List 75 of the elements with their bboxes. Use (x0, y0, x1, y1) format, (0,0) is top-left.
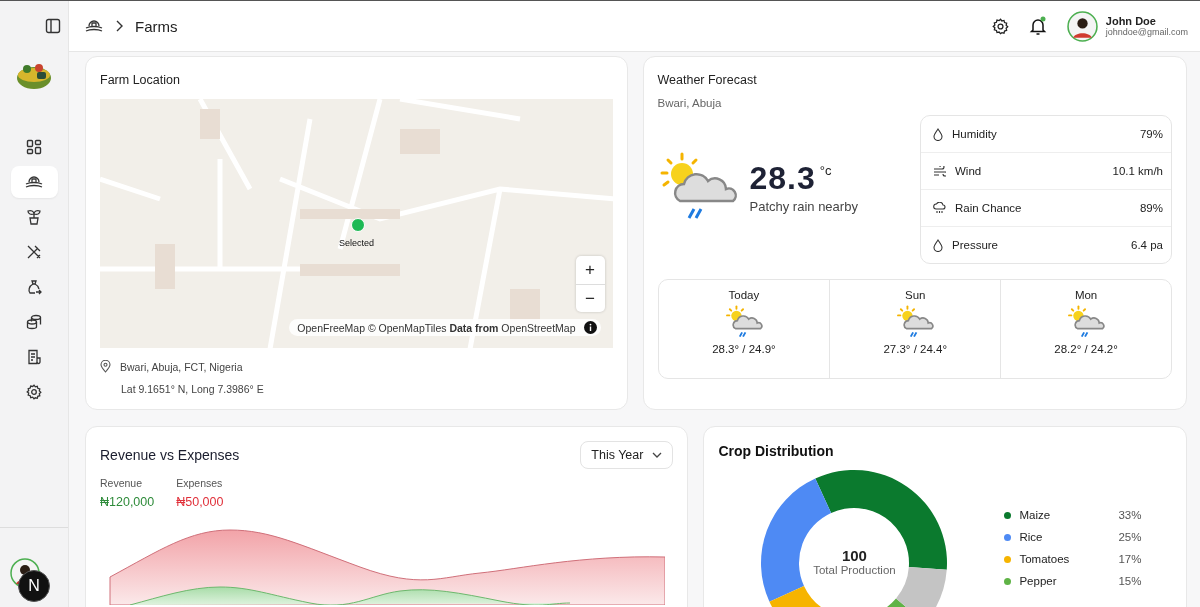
user-name: John Doe (1105, 15, 1157, 27)
legend-value: 17% (1118, 553, 1142, 565)
stat-label: Revenue (100, 477, 144, 489)
chevron-down-icon (652, 452, 663, 458)
legend-label: Tomatoes (1019, 553, 1070, 565)
legend-label: Pepper (1019, 575, 1057, 587)
farm-address: Bwari, Abuja, FCT, Nigeria (120, 360, 243, 373)
detail-label: Rain Chance (955, 202, 1022, 214)
forecast-day: Mon (1074, 289, 1098, 301)
coins-icon (26, 314, 42, 330)
droplet-icon (933, 238, 943, 252)
forecast-day: Sun (905, 289, 926, 301)
user-email: johndoe@gmail.com (1105, 27, 1188, 37)
card-title: Farm Location (100, 73, 181, 87)
sidebar-toggle-icon[interactable] (45, 18, 61, 34)
detail-label: Pressure (952, 239, 999, 251)
breadcrumb-current: Farms (135, 17, 178, 35)
settings-icon (26, 384, 42, 400)
dashboard-icon (26, 139, 42, 155)
farm-icon (85, 18, 103, 34)
dev-tools-badge[interactable]: N (18, 570, 50, 602)
notification-bell-icon[interactable] (1028, 16, 1047, 36)
map-placeholder[interactable]: Selected + − OpenFreeMap © OpenMapTiles Data from OpenStreetMap (100, 99, 613, 348)
map-attribution: OpenFreeMap © OpenMapTiles Data from OpenStreetMap (297, 321, 576, 334)
stat-value: ₦120,000 (100, 495, 155, 509)
info-icon[interactable] (583, 321, 597, 334)
forecast-temperature: 28.3° / 24.9° (712, 343, 776, 355)
stat-label: Expenses (176, 477, 224, 489)
forecast-day: Today (728, 289, 760, 301)
tools-icon (26, 244, 42, 260)
droplet-icon (933, 127, 943, 141)
chevron-right-icon (115, 20, 123, 32)
sun-cloud-rain-icon (1067, 305, 1106, 339)
period-dropdown[interactable]: This Year (580, 441, 674, 469)
sun-cloud-rain-icon (896, 305, 935, 339)
detail-label: Humidity (952, 128, 997, 140)
legend-label: Rice (1019, 531, 1043, 543)
detail-value: 6.4 pa (1131, 239, 1163, 251)
temperature: 28.3 (749, 159, 816, 197)
stat-value: ₦50,000 (176, 495, 224, 509)
logo-icon (15, 61, 53, 91)
sun-cloud-rain-icon (724, 305, 763, 339)
nav-item[interactable] (10, 166, 58, 198)
card-title: Weather Forecast (657, 73, 758, 87)
card-title: Crop Distribution (718, 443, 835, 459)
temperature-unit: °c (819, 162, 832, 178)
detail-value: 79% (1139, 128, 1163, 140)
report-icon (26, 349, 42, 365)
legend-label: Maize (1019, 509, 1051, 521)
money-bag-icon (26, 279, 42, 295)
weather-location: Bwari, Abuja (657, 97, 723, 109)
detail-value: 89% (1139, 202, 1163, 214)
map-marker[interactable] (351, 218, 365, 232)
farm-coordinates: Lat 9.1651° N, Long 7.3986° E (121, 383, 265, 395)
total-label: Total Production (813, 564, 896, 576)
avatar-icon[interactable] (1066, 10, 1098, 42)
wind-icon (933, 165, 946, 177)
farm-icon (25, 174, 43, 190)
rain-cloud-icon (933, 202, 946, 214)
location-pin-icon (100, 360, 111, 373)
legend-value: 25% (1118, 531, 1142, 543)
legend-value: 33% (1118, 509, 1142, 521)
legend-value: 15% (1118, 575, 1142, 587)
marker-label: Selected (339, 238, 375, 248)
zoom-in-button[interactable]: + (575, 256, 605, 284)
forecast-temperature: 27.3° / 24.4° (883, 343, 947, 355)
settings-icon[interactable] (991, 17, 1009, 35)
total-value: 100 (841, 547, 867, 564)
detail-value: 10.1 km/h (1112, 165, 1163, 177)
card-title: Revenue vs Expenses (100, 447, 240, 463)
detail-label: Wind (955, 165, 982, 177)
zoom-out-button[interactable]: − (575, 284, 605, 312)
forecast-temperature: 28.2° / 24.2° (1054, 343, 1118, 355)
weather-condition: Patchy rain nearby (749, 198, 858, 214)
plant-icon (26, 209, 42, 225)
